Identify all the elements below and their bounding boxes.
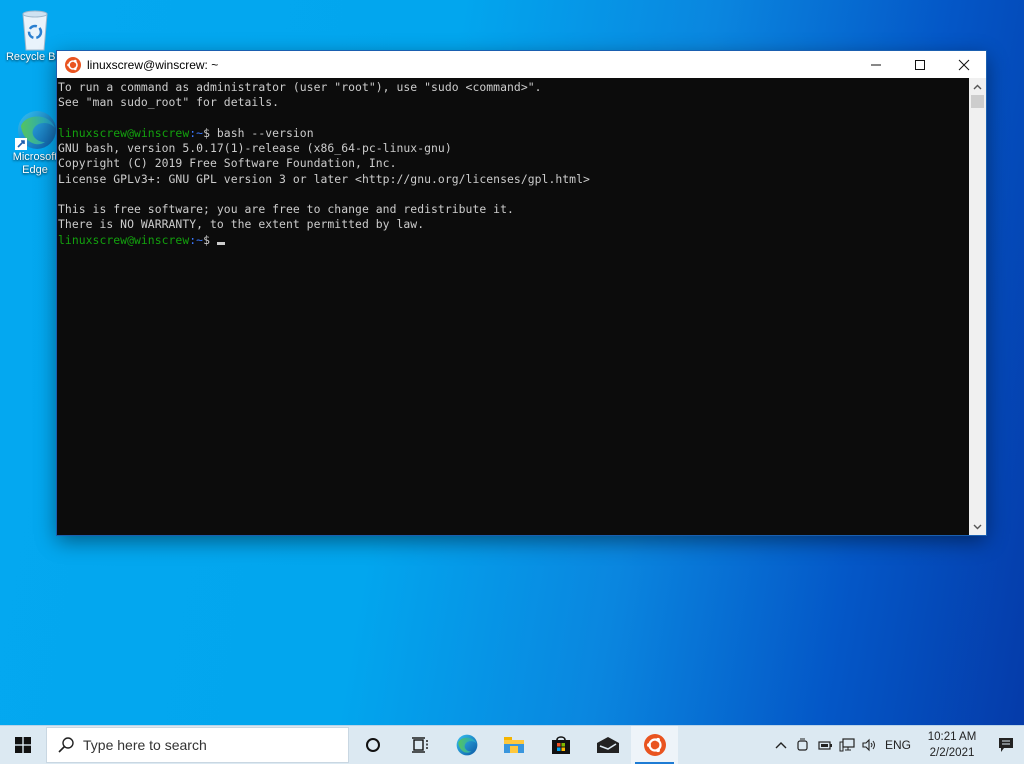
terminal-cursor xyxy=(216,241,225,245)
notifications-icon xyxy=(999,738,1013,752)
language-label: ENG xyxy=(884,738,911,752)
close-icon xyxy=(958,59,970,70)
scroll-down-button[interactable] xyxy=(969,518,986,535)
ubuntu-icon xyxy=(643,734,666,756)
taskbar-search-box[interactable]: Type here to search xyxy=(46,727,349,763)
chevron-up-icon xyxy=(973,84,982,89)
maximize-icon xyxy=(915,59,925,70)
prompt-command: $ xyxy=(203,232,217,247)
taskbar-cortana[interactable] xyxy=(349,726,396,764)
taskbar-task-view[interactable] xyxy=(396,726,443,764)
folder-icon xyxy=(503,737,524,753)
cortana-circle-icon xyxy=(365,738,380,752)
ubuntu-icon xyxy=(65,56,81,73)
maximize-button[interactable] xyxy=(898,51,942,78)
volume-button[interactable] xyxy=(858,726,880,764)
action-center-button[interactable] xyxy=(988,726,1024,764)
network-button[interactable] xyxy=(836,726,858,764)
terminal-output-line: See "man sudo_root" for details. xyxy=(58,95,280,110)
clock[interactable]: 10:21 AM 2/2/2021 xyxy=(916,729,988,761)
prompt-path: :~ xyxy=(189,125,204,140)
recycle-bin-icon xyxy=(15,8,55,51)
edge-icon xyxy=(456,734,477,756)
scroll-up-button[interactable] xyxy=(969,78,986,95)
store-icon xyxy=(551,736,570,754)
edge-label: Microsoft Edge xyxy=(12,151,58,176)
taskbar-microsoft-store[interactable] xyxy=(537,726,584,764)
edge-icon xyxy=(15,108,56,150)
terminal-output-line: Copyright (C) 2019 Free Software Foundat… xyxy=(58,156,397,171)
search-placeholder: Type here to search xyxy=(83,737,207,753)
terminal-output-line: This is free software; you are free to c… xyxy=(58,202,514,216)
meet-now-button[interactable] xyxy=(792,726,814,764)
terminal-output: To run a command as administrator (user … xyxy=(57,78,969,248)
scrollbar-thumb[interactable] xyxy=(971,95,984,108)
terminal-window[interactable]: linuxscrew@winscrew: ~ To run a command … xyxy=(57,51,986,535)
windows-logo-icon xyxy=(15,737,31,753)
taskbar-ubuntu[interactable] xyxy=(631,726,678,764)
minimize-button[interactable] xyxy=(854,51,898,78)
show-hidden-icons-button[interactable] xyxy=(770,726,792,764)
terminal-output-line: GNU bash, version 5.0.17(1)-release (x86… xyxy=(58,141,452,155)
terminal-output-line: License GPLv3+: GNU GPL version 3 or lat… xyxy=(58,171,590,186)
language-indicator[interactable]: ENG xyxy=(880,726,916,764)
recycle-bin-label: Recycle Bin xyxy=(5,51,65,63)
start-button[interactable] xyxy=(0,726,46,764)
terminal-content[interactable]: To run a command as administrator (user … xyxy=(57,78,969,535)
chevron-up-icon xyxy=(775,742,787,749)
clock-time: 10:21 AM xyxy=(927,731,977,743)
task-view-icon xyxy=(411,737,428,753)
taskbar-mail[interactable] xyxy=(584,726,631,764)
search-icon xyxy=(58,737,74,753)
prompt-command: $ bash --version xyxy=(203,125,314,140)
prompt-path: :~ xyxy=(189,232,204,247)
taskbar-edge[interactable] xyxy=(443,726,490,764)
network-icon xyxy=(839,738,855,752)
vertical-scrollbar[interactable] xyxy=(969,78,986,535)
clock-date: 2/2/2021 xyxy=(929,747,975,759)
terminal-output-line: There is NO WARRANTY, to the extent perm… xyxy=(58,217,425,232)
battery-icon xyxy=(818,741,832,750)
prompt-user: linuxscrew@winscrew xyxy=(58,125,190,140)
mail-icon xyxy=(596,737,619,753)
speaker-icon xyxy=(862,738,875,752)
camera-icon xyxy=(797,738,808,751)
system-tray: ENG 10:21 AM 2/2/2021 xyxy=(770,726,1024,764)
close-button[interactable] xyxy=(942,51,986,78)
terminal-prompt-line: linuxscrew@winscrew:~$ xyxy=(58,233,225,247)
taskbar: Type here to search ENG 10:21 AM 2/2/202… xyxy=(0,725,1024,764)
terminal-output-line: To run a command as administrator (user … xyxy=(58,80,542,94)
minimize-icon xyxy=(871,64,881,65)
title-bar[interactable]: linuxscrew@winscrew: ~ xyxy=(57,51,986,78)
taskbar-file-explorer[interactable] xyxy=(490,726,537,764)
battery-button[interactable] xyxy=(814,726,836,764)
window-title: linuxscrew@winscrew: ~ xyxy=(87,57,219,72)
terminal-prompt-line: linuxscrew@winscrew:~$ bash --version xyxy=(58,126,314,140)
chevron-down-icon xyxy=(973,524,982,529)
prompt-user: linuxscrew@winscrew xyxy=(58,232,190,247)
